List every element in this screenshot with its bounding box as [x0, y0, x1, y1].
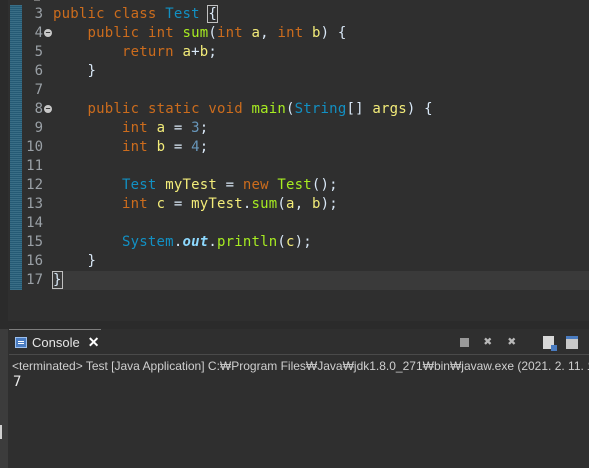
console-output[interactable]: 7 [13, 374, 21, 390]
line-number: 3 [34, 6, 43, 22]
code-line[interactable]: int b = 4; [53, 138, 589, 157]
code-editor[interactable]: 3 4− 5 6 7 8− 9 10 11 12 13 14 15 16 17 … [0, 0, 589, 321]
line-number: 4− [34, 25, 52, 41]
toolbar-separator [527, 333, 533, 351]
console-icon [15, 337, 27, 348]
remove-launch-icon[interactable]: ✖ [479, 333, 497, 351]
console-tab-label: Console [32, 335, 80, 350]
code-line[interactable]: int a = 3; [53, 119, 589, 138]
fold-collapse-icon[interactable]: − [44, 29, 52, 37]
code-line[interactable]: Test myTest = new Test(); [53, 176, 589, 195]
text-caret [61, 272, 63, 288]
remove-all-terminated-icon[interactable]: ✖ [503, 333, 521, 351]
console-scroll-marker [0, 425, 2, 439]
line-number: 12 [26, 177, 43, 193]
fold-collapse-icon[interactable]: − [44, 105, 52, 113]
console-toolbar: ✖ ✖ [455, 333, 589, 351]
line-number-gutter: 3 4− 5 6 7 8− 9 10 11 12 13 14 15 16 17 [24, 5, 52, 290]
line-number: 16 [26, 253, 43, 269]
line-number: 9 [34, 120, 43, 136]
line-number: 13 [26, 196, 43, 212]
line-number: 11 [26, 158, 43, 174]
line-2-marker [34, 0, 40, 1]
code-line[interactable] [53, 157, 589, 176]
code-line-current[interactable]: } [52, 271, 589, 290]
console-left-margin [0, 329, 8, 468]
code-line[interactable]: } [53, 62, 589, 81]
editor-left-margin [0, 0, 8, 321]
tab-divider [9, 354, 589, 355]
terminate-icon[interactable] [455, 333, 473, 351]
line-number: 5 [34, 44, 43, 60]
code-line[interactable]: public int sum(int a, int b) { [53, 24, 589, 43]
console-status-text: <terminated> Test [Java Application] C:₩… [12, 359, 589, 373]
code-line[interactable]: public class Test { [53, 5, 589, 24]
code-line[interactable]: int c = myTest.sum(a, b); [53, 195, 589, 214]
line-number: 17 [26, 272, 43, 288]
code-line[interactable]: return a+b; [53, 43, 589, 62]
console-view[interactable]: Console ✕ ✖ ✖ <terminated> Test [Java Ap… [0, 329, 589, 468]
line-number: 15 [26, 234, 43, 250]
panel-sash[interactable] [0, 321, 589, 329]
code-line[interactable]: public static void main(String[] args) { [53, 100, 589, 119]
code-line[interactable] [53, 81, 589, 100]
code-line[interactable] [53, 214, 589, 233]
close-icon[interactable]: ✕ [88, 334, 100, 351]
annotation-ruler [10, 5, 22, 290]
code-line[interactable]: System.out.println(c); [53, 233, 589, 252]
line-number: 7 [34, 82, 43, 98]
tab-console[interactable]: Console ✕ [9, 329, 101, 355]
line-number: 8− [34, 101, 52, 117]
line-number: 6 [34, 63, 43, 79]
code-line[interactable]: } [53, 252, 589, 271]
scroll-lock-icon[interactable] [563, 333, 581, 351]
line-number: 10 [26, 139, 43, 155]
line-number: 14 [26, 215, 43, 231]
clear-console-icon[interactable] [539, 333, 557, 351]
code-text-area[interactable]: public class Test { public int sum(int a… [52, 5, 589, 290]
